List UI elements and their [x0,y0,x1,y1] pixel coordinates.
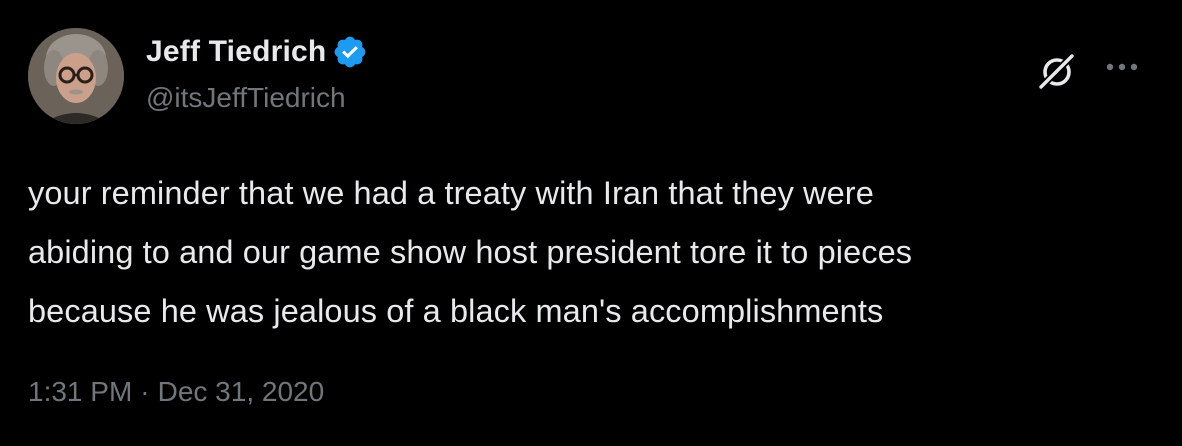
more-button[interactable] [1100,52,1144,84]
verified-badge-icon[interactable] [332,34,368,70]
tweet-card: Jeff Tiedrich @itsJeffTiedrich your remi… [0,0,1182,446]
author-block: Jeff Tiedrich @itsJeffTiedrich [146,32,368,114]
tweet-meta: 1:31 PM · Dec 31, 2020 [28,376,324,408]
grok-button[interactable] [1032,52,1082,97]
tweet-text: your reminder that we had a treaty with … [28,175,913,329]
grok-icon [1036,52,1078,97]
more-horizontal-icon [1104,59,1140,77]
tweet-time[interactable]: 1:31 PM [28,376,132,408]
avatar[interactable] [28,28,124,124]
author-name[interactable]: Jeff Tiedrich [146,35,326,69]
meta-separator: · [140,376,150,407]
name-row: Jeff Tiedrich [146,32,368,72]
tweet-date[interactable]: Dec 31, 2020 [158,376,325,408]
author-handle[interactable]: @itsJeffTiedrich [146,82,368,114]
